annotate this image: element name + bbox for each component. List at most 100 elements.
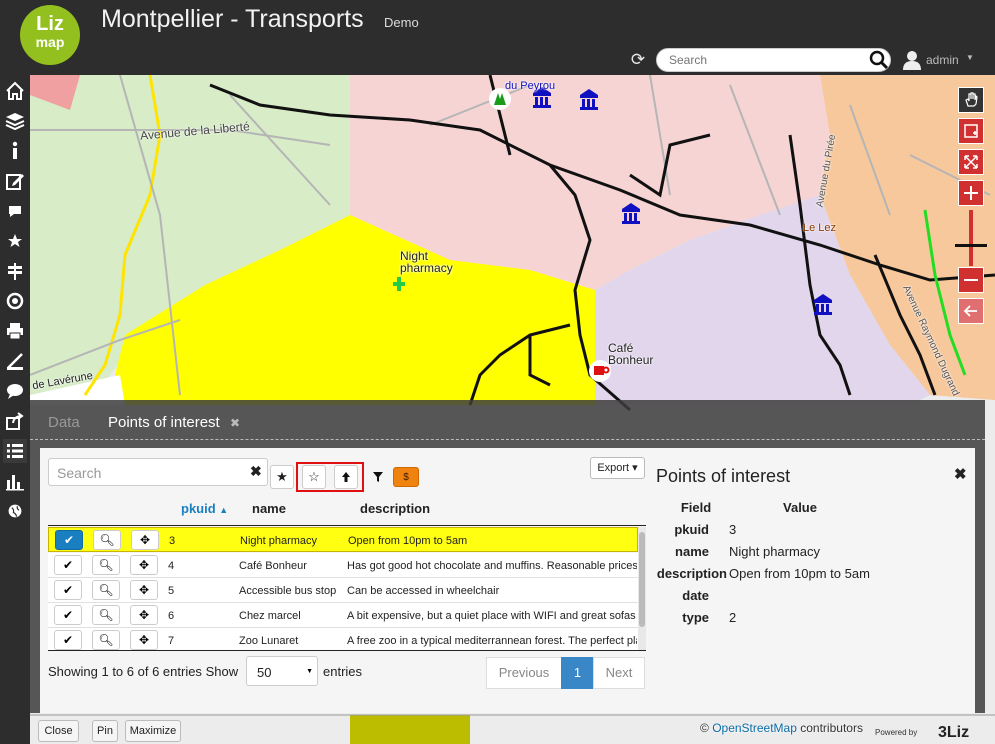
zoom-in-icon[interactable] (958, 180, 984, 206)
field-key: pkuid (674, 522, 709, 537)
cell-description: Has got good hot chocolate and muffins. … (347, 560, 637, 572)
field-value: 3 (729, 522, 737, 537)
user-name[interactable]: admin (926, 53, 959, 67)
filled-star-icon[interactable]: ★ (270, 465, 294, 489)
measure-icon[interactable] (3, 349, 27, 373)
logo-text-top: Liz (36, 13, 64, 35)
star-icon[interactable] (3, 229, 27, 253)
field-value: 2 (729, 610, 737, 625)
table-row[interactable]: ✔ 🔍︎ ✥ 5 Accessible bus stop Can be acce… (48, 578, 638, 603)
table-header: pkuid ▲ name description (48, 496, 646, 526)
osm-link[interactable]: OpenStreetMap (712, 721, 797, 735)
center-on-feature-icon[interactable]: ✥ (130, 580, 158, 600)
select-row-checkmark-icon[interactable]: ✔ (54, 605, 82, 625)
center-on-feature-icon[interactable]: ✥ (131, 530, 159, 550)
layers-icon[interactable] (3, 109, 27, 133)
select-row-checkmark-icon[interactable]: ✔ (55, 530, 83, 550)
comment-icon[interactable] (3, 199, 27, 223)
page-size-value: 50 (257, 665, 272, 680)
zoom-to-feature-icon[interactable]: 🔍︎ (92, 555, 120, 575)
page-size-select[interactable]: 50 ▼ (246, 656, 318, 686)
previous-extent-icon[interactable] (958, 298, 984, 324)
logo-text-bottom: map (35, 34, 65, 50)
left-menu (0, 75, 30, 744)
table-row[interactable]: ✔ 🔍︎ ✥ 7 Zoo Lunaret A free zoo in a typ… (48, 628, 638, 650)
lizmap-logo[interactable]: Liz map (20, 5, 80, 65)
value-header: Value (783, 500, 817, 515)
tab-points-of-interest[interactable]: Points of interest (108, 414, 220, 431)
cell-description: A free zoo in a typical mediterrannean f… (347, 635, 637, 647)
scrollbar-thumb[interactable] (639, 532, 645, 627)
chevron-down-icon[interactable]: ▼ (966, 53, 974, 62)
center-on-feature-icon[interactable]: ✥ (130, 605, 158, 625)
field-header: Field (680, 500, 712, 515)
center-on-feature-icon[interactable]: ✥ (130, 630, 158, 650)
field-value: Open from 10pm to 5am (729, 566, 870, 581)
info-icon[interactable] (3, 139, 27, 163)
arrow-up-icon[interactable] (334, 465, 358, 489)
3liz-logo[interactable]: 3Liz (938, 724, 969, 742)
select-row-checkmark-icon[interactable]: ✔ (54, 630, 82, 650)
fullscreen-icon[interactable] (958, 149, 984, 175)
search-input[interactable] (669, 52, 859, 68)
share-icon[interactable] (3, 409, 27, 433)
zoom-to-feature-icon[interactable]: 🔍︎ (92, 605, 120, 625)
column-header-description[interactable]: description (360, 501, 430, 516)
close-dock-button[interactable]: Close (38, 720, 79, 742)
project-subtitle: Demo (384, 15, 419, 30)
edit-icon[interactable] (3, 169, 27, 193)
tab-data[interactable]: Data (48, 414, 80, 431)
zoom-box-icon[interactable] (958, 118, 984, 144)
export-button[interactable]: Export ▾ (590, 457, 645, 479)
close-icon[interactable]: ✖ (230, 416, 240, 430)
chat-icon[interactable] (3, 379, 27, 403)
table-row[interactable]: ✔ 🔍︎ ✥ 3 Night pharmacy Open from 10pm t… (48, 527, 638, 552)
globe-icon[interactable] (3, 499, 27, 523)
search-icon[interactable] (869, 50, 889, 70)
locate-icon[interactable] (3, 289, 27, 313)
table-search-input[interactable]: Search (48, 458, 268, 486)
zoom-out-icon[interactable] (958, 267, 984, 293)
zoom-slider-track[interactable] (969, 210, 973, 266)
zoom-to-feature-icon[interactable]: 🔍︎ (92, 630, 120, 650)
column-header-name[interactable]: name (252, 501, 286, 516)
list-icon[interactable] (3, 439, 27, 463)
select-row-checkmark-icon[interactable]: ✔ (54, 555, 82, 575)
filter-icon[interactable] (366, 465, 390, 489)
table-row[interactable]: ✔ 🔍︎ ✥ 4 Café Bonheur Has got good hot c… (48, 553, 638, 578)
map-label-le-lez: Le Lez (803, 222, 837, 234)
table-row[interactable]: ✔ 🔍︎ ✥ 6 Chez marcel A bit expensive, bu… (48, 603, 638, 628)
select-row-checkmark-icon[interactable]: ✔ (54, 580, 82, 600)
count-badge[interactable]: $ (393, 467, 419, 487)
refresh-icon[interactable]: ⟳ (629, 51, 647, 69)
map-label-cafe-bonheur: Café Bonheur (608, 341, 654, 367)
center-on-feature-icon[interactable]: ✥ (130, 555, 158, 575)
clear-search-icon[interactable]: ✖ (250, 463, 262, 480)
header: Liz map Montpellier - Transports Demo ⟳ … (0, 0, 995, 75)
print-icon[interactable] (3, 319, 27, 343)
previous-page-button[interactable]: Previous (486, 657, 562, 689)
column-header-pkuid[interactable]: pkuid ▲ (181, 501, 228, 516)
close-icon[interactable]: ✖ (954, 465, 967, 483)
cell-pkuid: 5 (168, 585, 175, 597)
chart-icon[interactable] (3, 469, 27, 493)
pan-icon[interactable] (958, 87, 984, 113)
zoom-to-feature-icon[interactable]: 🔍︎ (93, 530, 121, 550)
cell-name: Night pharmacy (240, 535, 318, 547)
pin-dock-button[interactable]: Pin (92, 720, 118, 742)
page-1-button[interactable]: 1 (561, 657, 594, 689)
field-key: name (675, 544, 709, 559)
zoom-to-feature-icon[interactable]: 🔍︎ (92, 580, 120, 600)
empty-star-icon[interactable]: ☆ (302, 465, 326, 489)
table-scrollbar[interactable] (638, 527, 646, 650)
search-bar[interactable] (656, 48, 891, 72)
cell-pkuid: 6 (168, 610, 175, 622)
user-icon[interactable] (902, 50, 922, 70)
field-key: description (656, 566, 727, 581)
home-icon[interactable] (3, 79, 27, 103)
zoom-slider-handle[interactable] (955, 244, 987, 247)
next-page-button[interactable]: Next (593, 657, 645, 689)
maximize-dock-button[interactable]: Maximize (125, 720, 181, 742)
cell-name: Accessible bus stop (239, 585, 337, 597)
signpost-icon[interactable] (3, 259, 27, 283)
